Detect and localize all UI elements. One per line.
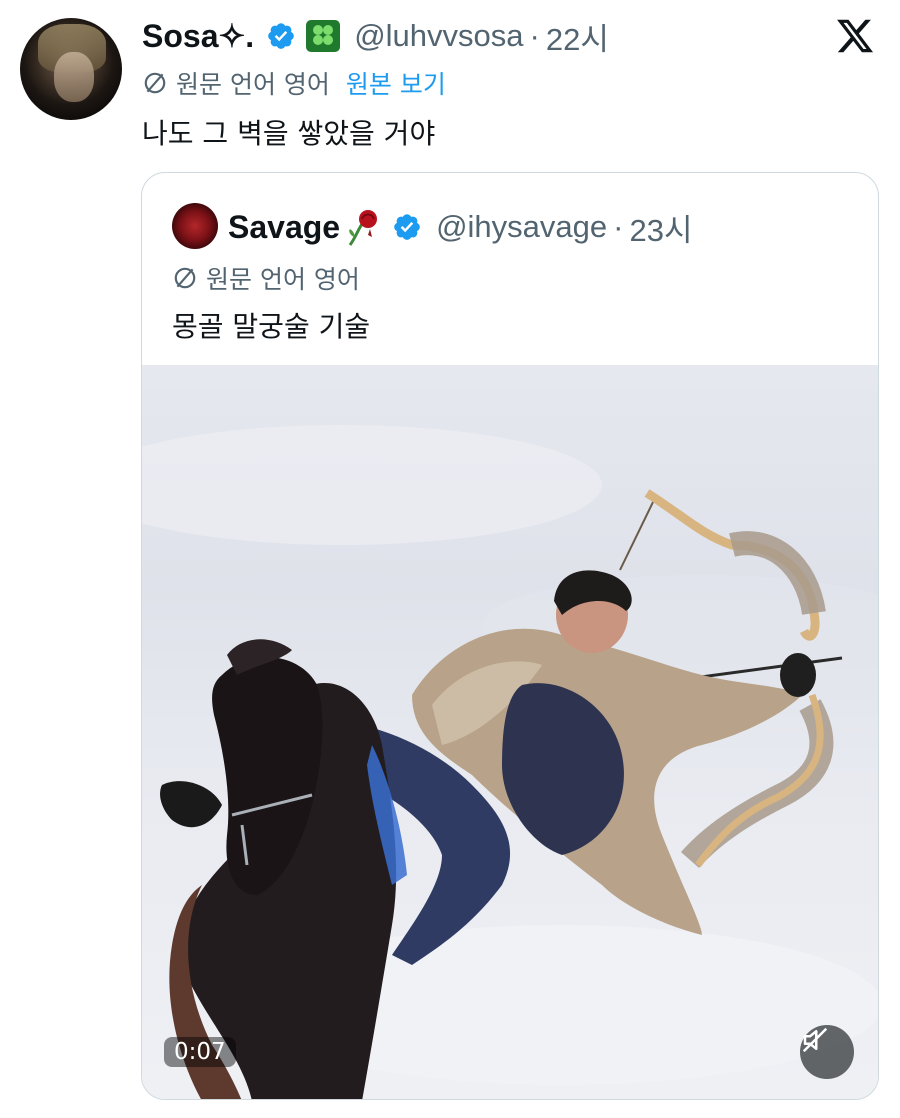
tweet-timestamp[interactable]: 22시 [546,14,609,59]
author-handle[interactable]: @luhvvsosa [354,18,523,54]
avatar-face [54,52,94,102]
quoted-tweet-timestamp[interactable]: 23시 [629,205,692,250]
tweet-header: Sosa✧. @luhvvsosa · 22시 [142,14,609,59]
meta-separator: · [529,18,540,53]
quoted-author-handle[interactable]: @ihysavage [436,209,607,245]
verified-badge-icon[interactable] [266,21,296,51]
quoted-meta-separator: · [613,209,624,244]
tweet-text: 나도 그 벽을 쌓았을 거야 [142,117,436,150]
quoted-author-display-name[interactable]: Savage [228,209,340,246]
video-player[interactable]: 0:07 [142,365,878,1099]
quoted-translate-icon [174,267,196,289]
author-avatar[interactable] [20,18,122,120]
quoted-author-avatar[interactable] [172,203,218,249]
show-original-link[interactable]: 원본 보기 [346,65,446,101]
wilted-rose-icon [348,210,378,246]
x-logo-icon[interactable] [834,16,876,56]
quoted-translation-label: 원문 언어 영어 [206,265,360,294]
quoted-verified-badge-icon[interactable] [392,212,422,242]
quoted-tweet-card[interactable]: Savage @ihysavage · 23시 원문 언어 영어 몽골 말궁술 … [141,172,879,1100]
translation-notice: 원문 언어 영어 원본 보기 [142,66,446,100]
quoted-translation-notice: 원문 언어 영어 [172,261,360,295]
quoted-tweet-header: Savage @ihysavage · 23시 [228,205,692,249]
translate-icon [144,72,166,94]
translation-label: 원문 언어 영어 [176,70,330,99]
quoted-tweet-text: 몽골 말궁술 기술 [172,310,371,343]
four-leaf-clover-icon [306,20,341,52]
author-display-name[interactable]: Sosa✧. [142,17,254,55]
video-frame [142,425,878,1099]
speaker-muted-icon [802,1027,828,1053]
mute-toggle-button[interactable] [800,1025,854,1079]
video-duration: 0:07 [164,1037,236,1067]
